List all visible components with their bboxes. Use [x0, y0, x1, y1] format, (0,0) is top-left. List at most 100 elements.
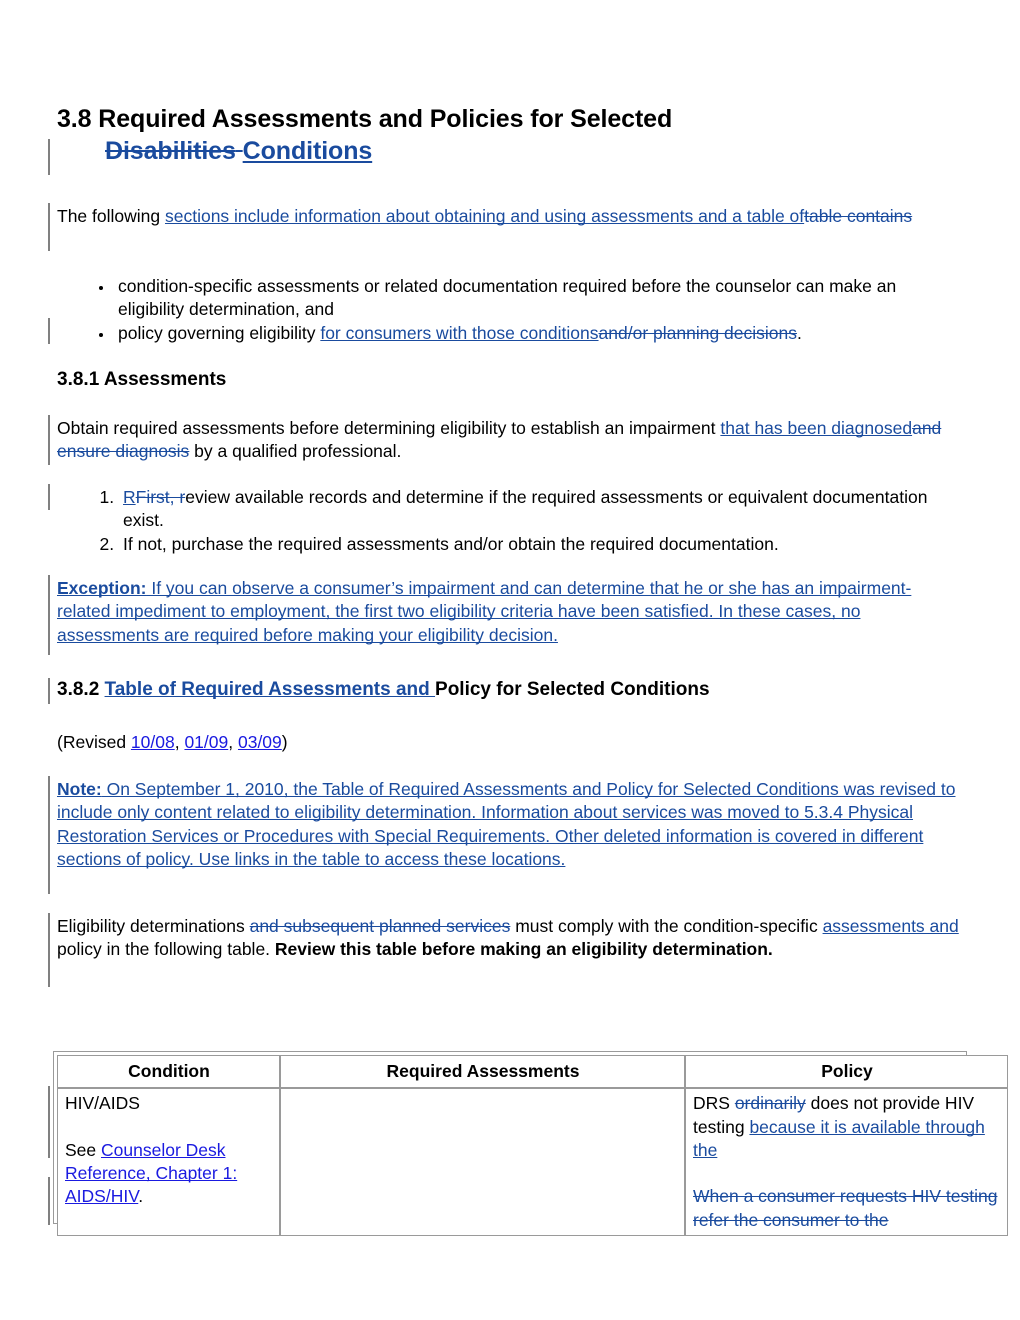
section-381-steps-block: RFirst, review available records and det… — [57, 486, 963, 556]
table-row: HIV/AIDS See Counselor Desk Reference, C… — [57, 1088, 1008, 1237]
change-bar-bullet-2 — [48, 318, 50, 344]
page-title-line1: 3.8 Required Assessments and Policies fo… — [57, 105, 673, 133]
condition-tail: . — [138, 1186, 144, 1207]
closing-tail: policy in the following table. — [57, 939, 275, 960]
section-381-paragraph-block: Obtain required assessments before deter… — [57, 417, 963, 464]
list-item-step-2: If not, purchase the required assessment… — [119, 533, 963, 556]
page-title-inserted-word: Conditions — [242, 137, 373, 165]
revised-date-link-2[interactable]: 01/09 — [184, 732, 228, 752]
change-bar-closing — [48, 913, 50, 987]
bullet-1-text: condition-specific assessments or relate… — [118, 276, 897, 320]
closing-mid: must comply with the condition-specific — [510, 916, 823, 936]
closing-bold: Review this table before making an eligi… — [274, 939, 773, 960]
step-1-inserted: R — [123, 487, 136, 507]
condition-spacer — [65, 1116, 273, 1139]
policy-deleted-paragraph: When a consumer requests HIV testing ref… — [693, 1185, 1001, 1232]
table-header-row: Condition Required Assessments Policy — [57, 1055, 1008, 1089]
exception-paragraph: Exception: If you can observe a consumer… — [57, 577, 963, 647]
page-title-deleted-word: Disabilities — [105, 137, 236, 165]
section-381-steps: RFirst, review available records and det… — [57, 486, 963, 556]
document-page: 3.8 Required Assessments and Policies fo… — [0, 0, 1020, 1320]
note-label: Note: — [57, 779, 102, 799]
intro-deleted-text: table contains — [804, 206, 913, 226]
note-text: On September 1, 2010, the Table of Requi… — [57, 779, 956, 869]
revised-date-link-3[interactable]: 03/09 — [238, 732, 282, 752]
change-bar-section-382 — [48, 678, 50, 704]
section-382-inserted: Table of Required Assessments and — [104, 679, 436, 700]
table-cell-required-assessments — [280, 1088, 685, 1237]
section-382-title: 3.8.2 Table of Required Assessments and … — [57, 678, 963, 702]
required-assessments-table: Condition Required Assessments Policy HI… — [57, 1055, 1008, 1237]
list-item-bullet-1: condition-specific assessments or relate… — [114, 275, 963, 322]
revised-lead: (Revised — [57, 732, 131, 752]
note-block: Note: On September 1, 2010, the Table of… — [57, 778, 963, 871]
change-bar-exception — [48, 575, 50, 655]
section-382-tail: Policy for Selected Conditions — [435, 679, 710, 700]
revised-sep-1: , — [174, 732, 185, 752]
step-2-text: If not, purchase the required assessment… — [123, 533, 779, 554]
intro-lead: The following — [57, 206, 165, 226]
bullet-2-tail: . — [797, 322, 802, 343]
policy-deleted-word: ordinarily — [734, 1093, 806, 1114]
list-item-step-1: RFirst, review available records and det… — [119, 486, 963, 533]
table-cell-policy: DRS ordinarily does not provide HIV test… — [685, 1088, 1008, 1237]
closing-paragraph: Eligibility determinations and subsequen… — [57, 915, 963, 962]
policy-spacer — [693, 1162, 1001, 1185]
change-bar-assessments-para — [48, 415, 50, 465]
list-item-bullet-2: policy governing eligibility for consume… — [114, 322, 963, 345]
intro-paragraph-block: The following sections include informati… — [57, 205, 963, 228]
change-bar-table-row-b — [48, 1177, 50, 1225]
table-body: HIV/AIDS See Counselor Desk Reference, C… — [57, 1088, 1008, 1237]
page-title-line2: Disabilities Conditions — [57, 135, 963, 167]
intro-inserted-text: sections include information about obtai… — [164, 206, 805, 226]
revised-sep-2: , — [228, 732, 238, 752]
table-head: Condition Required Assessments Policy — [57, 1055, 1008, 1089]
bullet-2-inserted: for consumers with those conditions — [320, 322, 599, 343]
change-bar-step-1 — [48, 484, 50, 510]
exception-label: Exception: — [57, 578, 147, 598]
intro-paragraph: The following sections include informati… — [57, 205, 963, 228]
s381-lead: Obtain required assessments before deter… — [57, 418, 721, 438]
page-title: 3.8 Required Assessments and Policies fo… — [57, 103, 963, 167]
section-381-paragraph: Obtain required assessments before deter… — [57, 417, 963, 464]
table-header-policy: Policy — [685, 1055, 1008, 1089]
table-cell-condition: HIV/AIDS See Counselor Desk Reference, C… — [57, 1088, 280, 1237]
bullet-2-deleted: and/or planning decisions — [598, 322, 798, 343]
page-title-deleted-space — [236, 137, 243, 165]
section-382-number: 3.8.2 — [57, 679, 105, 700]
section-382-title-block: 3.8.2 Table of Required Assessments and … — [57, 678, 963, 702]
exception-text: If you can observe a consumer’s impairme… — [57, 578, 912, 645]
closing-inserted: assessments and — [822, 916, 959, 936]
note-paragraph: Note: On September 1, 2010, the Table of… — [57, 778, 963, 871]
policy-lead: DRS — [693, 1093, 735, 1114]
change-bar-table-row-a — [48, 1086, 50, 1158]
section-381-title-block: 3.8.1 Assessments — [57, 368, 963, 392]
closing-deleted: and subsequent planned services — [249, 916, 511, 936]
step-1-deleted: First, r — [135, 487, 186, 507]
page-title-block: 3.8 Required Assessments and Policies fo… — [57, 103, 963, 167]
closing-paragraph-block: Eligibility determinations and subsequen… — [57, 915, 963, 962]
exception-block: Exception: If you can observe a consumer… — [57, 577, 963, 647]
change-bar-heading — [48, 139, 50, 175]
s381-inserted: that has been diagnosed — [720, 418, 913, 438]
change-bar-note — [48, 776, 50, 894]
step-1-tail: eview available records and determine if… — [123, 487, 928, 531]
table-header-condition: Condition — [57, 1055, 280, 1089]
table-header-required-assessments: Required Assessments — [280, 1055, 685, 1089]
revised-tail: ) — [281, 732, 288, 752]
policy-deleted-block: When a consumer requests HIV testing ref… — [693, 1186, 998, 1230]
bullet-2-lead: policy governing eligibility — [118, 322, 321, 343]
condition-name: HIV/AIDS — [65, 1093, 140, 1114]
condition-see-line: See Counselor Desk Reference, Chapter 1:… — [65, 1139, 273, 1209]
revised-line: (Revised 10/08, 01/09, 03/09) — [57, 731, 963, 754]
policy-first-paragraph: DRS ordinarily does not provide HIV test… — [693, 1092, 1001, 1162]
revised-line-block: (Revised 10/08, 01/09, 03/09) — [57, 731, 963, 754]
condition-see-lead: See — [65, 1139, 101, 1160]
change-bar-intro — [48, 203, 50, 251]
closing-lead: Eligibility determinations — [57, 916, 250, 936]
section-381-title: 3.8.1 Assessments — [57, 369, 227, 390]
revised-date-link-1[interactable]: 10/08 — [131, 732, 175, 752]
intro-bullet-list-block: condition-specific assessments or relate… — [57, 275, 963, 345]
intro-bullet-list: condition-specific assessments or relate… — [57, 275, 963, 345]
s381-tail: by a qualified professional. — [189, 441, 402, 462]
